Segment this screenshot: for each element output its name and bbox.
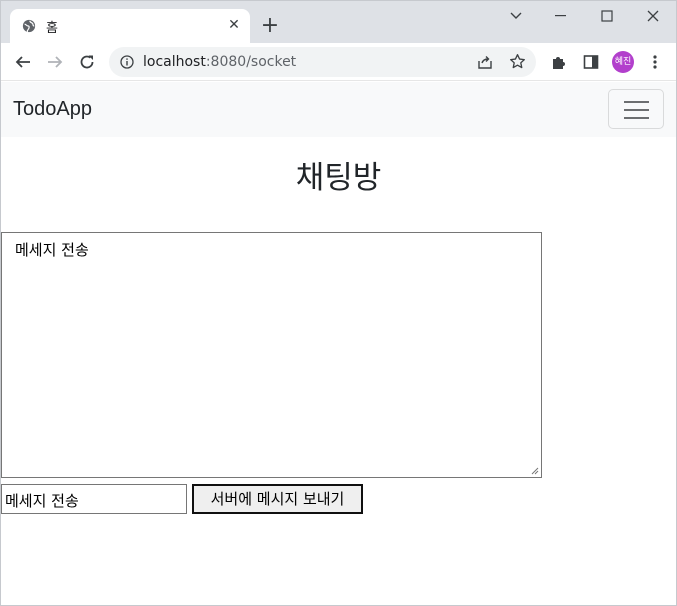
minimize-icon[interactable] xyxy=(546,5,576,27)
hamburger-line xyxy=(624,109,649,111)
browser-toolbar: localhost:8080/socket 혜진 xyxy=(1,43,676,81)
globe-icon xyxy=(22,19,36,33)
more-menu-icon[interactable] xyxy=(646,53,664,71)
maximize-icon[interactable] xyxy=(592,5,622,27)
tab-close-icon[interactable]: ✕ xyxy=(226,17,242,33)
profile-avatar[interactable]: 혜진 xyxy=(612,51,634,73)
resize-grip-icon[interactable] xyxy=(531,467,539,475)
hamburger-line xyxy=(624,101,649,103)
back-arrow-icon[interactable] xyxy=(13,52,33,72)
url-text[interactable]: localhost:8080/socket xyxy=(143,54,296,70)
site-info-icon[interactable] xyxy=(120,55,134,69)
app-navbar: TodoApp xyxy=(1,82,676,137)
navbar-brand[interactable]: TodoApp xyxy=(13,98,92,121)
navbar-toggler-button[interactable] xyxy=(608,89,664,129)
side-panel-icon[interactable] xyxy=(582,53,600,71)
send-message-button[interactable]: 서버에 메시지 보내기 xyxy=(192,484,363,514)
tab-title: 홈 xyxy=(46,21,58,36)
extensions-puzzle-icon[interactable] xyxy=(550,53,568,71)
page-content: TodoApp 채팅방 메세지 전송 메세지 전송 서버에 메시지 보내기 xyxy=(1,82,676,605)
chat-log-text: 메세지 전송 xyxy=(15,241,89,259)
bookmark-star-icon[interactable] xyxy=(509,53,526,70)
chat-log-textarea[interactable]: 메세지 전송 xyxy=(1,232,542,478)
browser-window: 홈 ✕ + localhost:8080/socket 혜진 TodoApp 채… xyxy=(0,0,677,606)
tab-strip: 홈 ✕ + xyxy=(1,1,676,43)
reload-icon[interactable] xyxy=(77,52,97,72)
message-input[interactable]: 메세지 전송 xyxy=(1,484,187,514)
new-tab-button[interactable]: + xyxy=(259,15,281,37)
share-icon[interactable] xyxy=(477,54,493,70)
close-window-icon[interactable] xyxy=(638,5,668,27)
url-host: localhost xyxy=(143,54,206,70)
tab-home[interactable]: 홈 ✕ xyxy=(10,9,250,43)
url-path: :8080/socket xyxy=(205,54,297,70)
forward-arrow-icon[interactable] xyxy=(45,52,65,72)
hamburger-line xyxy=(624,117,649,119)
tab-search-chevron-icon[interactable] xyxy=(501,5,531,27)
page-title: 채팅방 xyxy=(295,160,382,195)
address-bar[interactable]: localhost:8080/socket xyxy=(109,47,536,77)
